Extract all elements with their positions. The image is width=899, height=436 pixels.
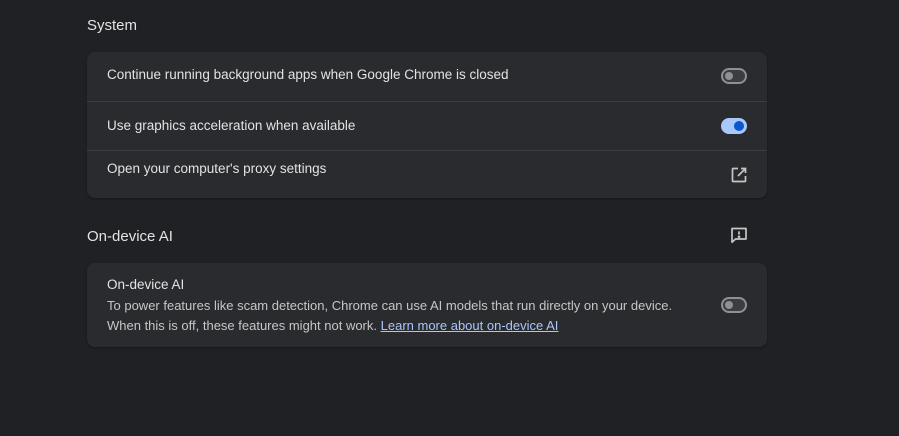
on-device-ai-card: On-device AI To power features like scam… [87,263,767,347]
graphics-acceleration-row[interactable]: Use graphics acceleration when available [87,101,767,150]
graphics-acceleration-label: Use graphics acceleration when available [107,118,356,133]
on-device-ai-title: On-device AI [107,277,185,292]
background-apps-row[interactable]: Continue running background apps when Go… [87,52,767,101]
toggle-knob [734,121,744,131]
proxy-settings-label: Open your computer's proxy settings [107,161,327,176]
open-in-new-icon[interactable] [729,165,749,185]
description-line-2: When this is off, these features might n… [107,318,377,333]
learn-more-link[interactable]: Learn more about on-device AI [381,318,559,333]
system-section-title: System [87,17,138,34]
ai-section-title: On-device AI [87,228,173,245]
proxy-settings-row[interactable]: Open your computer's proxy settings [87,150,767,198]
graphics-acceleration-toggle[interactable] [721,118,747,134]
settings-page: System Continue running background apps … [0,0,899,436]
on-device-ai-description: To power features like scam detection, C… [107,296,697,336]
system-card: Continue running background apps when Go… [87,52,767,198]
description-line-1: To power features like scam detection, C… [107,298,673,313]
feedback-icon[interactable] [729,225,749,245]
background-apps-toggle[interactable] [721,68,747,84]
toggle-knob [725,72,733,80]
background-apps-label: Continue running background apps when Go… [107,67,509,82]
toggle-knob [725,301,733,309]
on-device-ai-toggle[interactable] [721,297,747,313]
